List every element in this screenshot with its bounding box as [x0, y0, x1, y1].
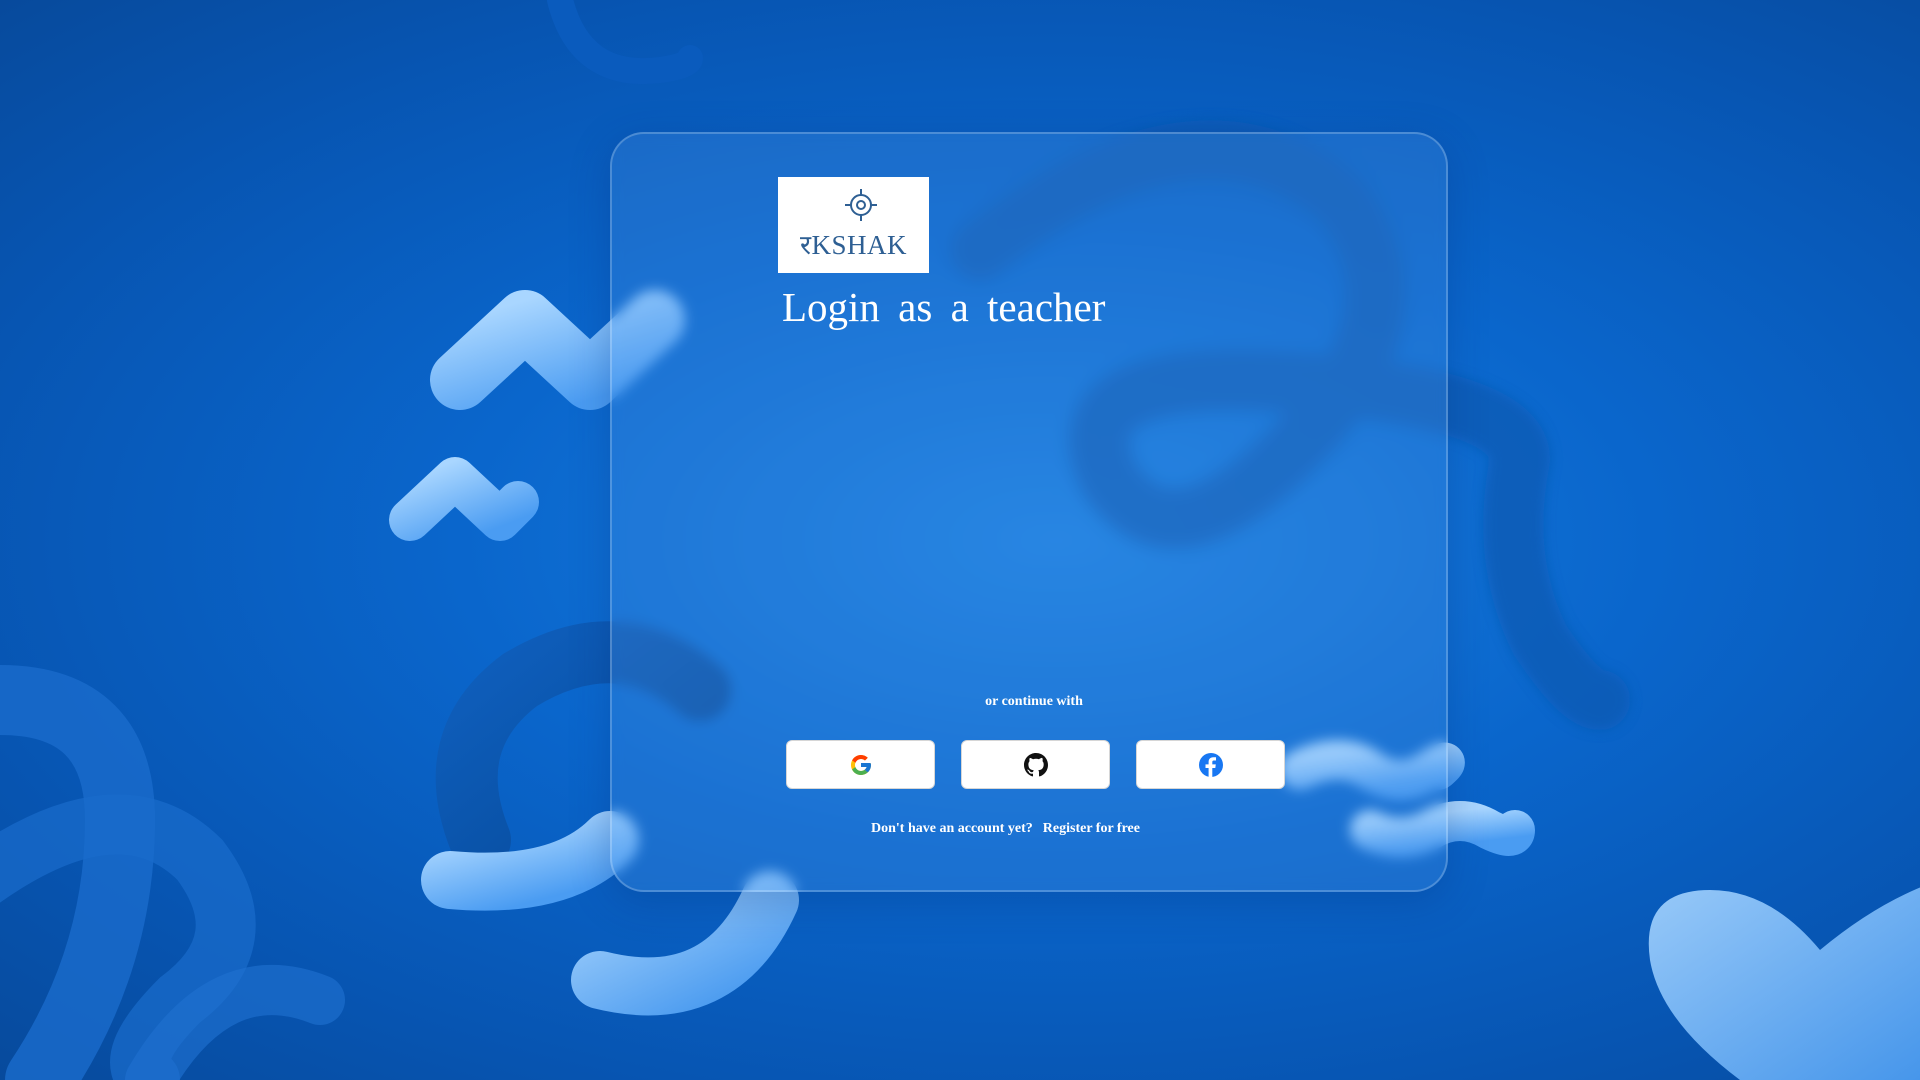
- register-prompt-text: Don't have an account yet?: [871, 821, 1033, 836]
- github-login-button[interactable]: [961, 740, 1110, 789]
- google-login-button[interactable]: [786, 740, 935, 789]
- logo-text: रKSHAK: [799, 230, 908, 260]
- github-icon: [1023, 752, 1048, 776]
- facebook-icon: [1198, 752, 1223, 777]
- continue-with-label: or continue with: [985, 694, 1083, 709]
- register-prompt: Don't have an account yet? Register for f…: [871, 821, 1140, 837]
- google-icon: [850, 754, 871, 775]
- facebook-login-button[interactable]: [1136, 740, 1285, 789]
- app-logo: रKSHAK: [778, 177, 929, 273]
- page-title: Login as a teacher: [782, 284, 1106, 330]
- register-link[interactable]: Register for free: [1043, 821, 1140, 836]
